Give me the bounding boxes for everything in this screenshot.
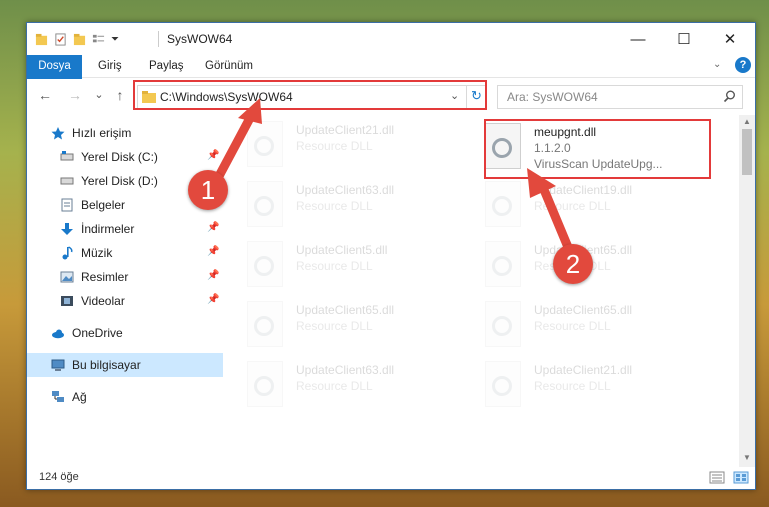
step-2-badge: 2	[553, 244, 593, 284]
step-1-badge: 1	[188, 170, 228, 210]
arrow-1	[213, 98, 262, 183]
annotation-arrows	[213, 98, 575, 257]
arrow-2	[527, 168, 575, 257]
